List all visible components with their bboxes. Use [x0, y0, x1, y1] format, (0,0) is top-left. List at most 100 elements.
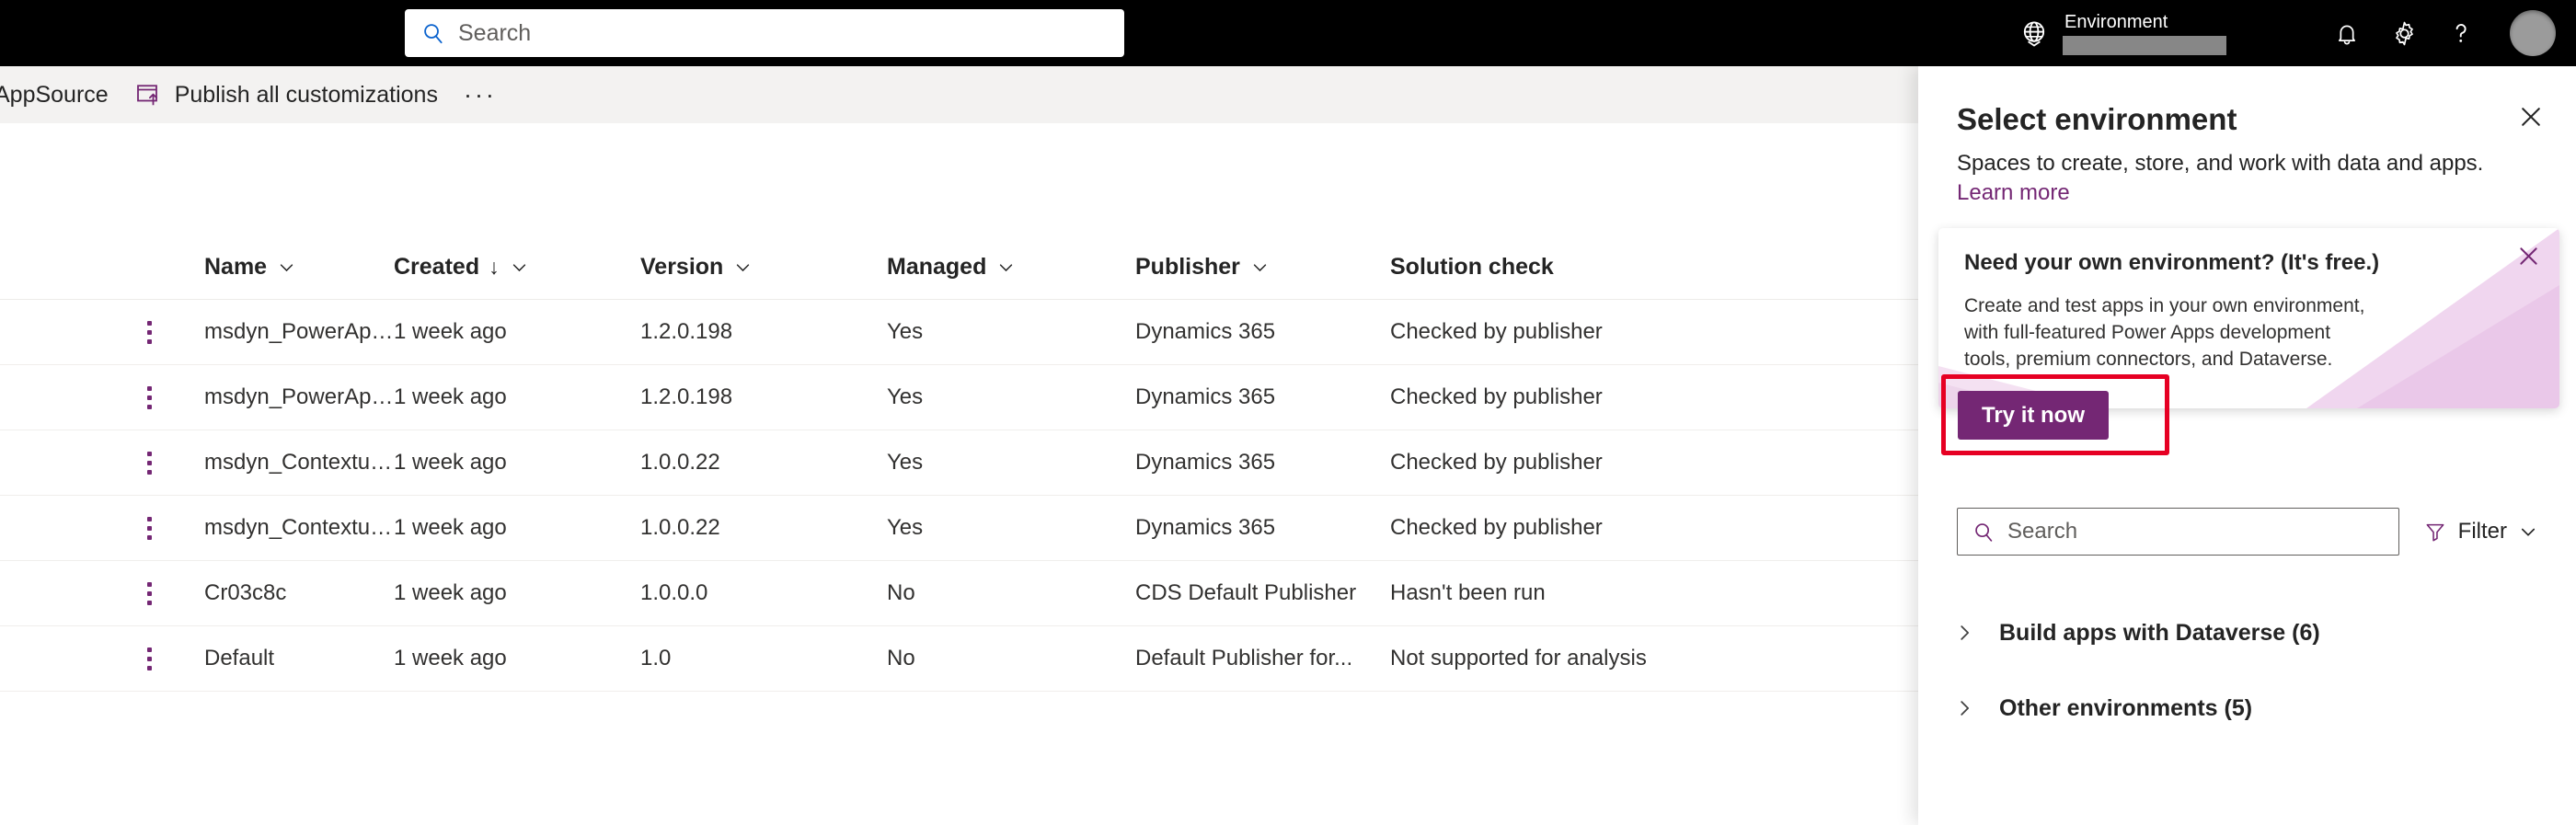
chevron-down-icon: [1251, 258, 1269, 276]
try-it-now-button[interactable]: Try it now: [1958, 391, 2110, 440]
environment-groups: Build apps with Dataverse (6) Other envi…: [1918, 595, 2576, 746]
cell-created: 1 week ago: [394, 450, 507, 475]
filter-label: Filter: [2457, 519, 2507, 544]
table-row[interactable]: Cr03c8c 1 week ago 1.0.0.0 No CDS Defaul…: [0, 561, 1918, 626]
cell-name: Default: [204, 646, 275, 670]
panel-subtitle: Spaces to create, store, and work with d…: [1957, 151, 2484, 176]
solutions-list-area: Name Created ↓ Version Managed Publisher…: [0, 123, 1918, 825]
cell-created: 1 week ago: [394, 319, 507, 344]
environment-search-input[interactable]: Search: [1957, 508, 2399, 556]
column-header-name-label: Name: [204, 254, 268, 280]
column-header-name[interactable]: Name: [147, 254, 394, 281]
cell-managed: Yes: [887, 319, 924, 344]
cell-name: Cr03c8c: [204, 580, 287, 605]
row-more-options-icon[interactable]: [147, 320, 152, 344]
learn-more-link[interactable]: Learn more: [1957, 178, 2070, 208]
cell-version: 1.0: [640, 646, 672, 670]
panel-header: Select environment Spaces to create, sto…: [1918, 66, 2576, 208]
cell-managed: Yes: [887, 515, 924, 540]
column-header-managed-label: Managed: [887, 254, 987, 280]
cell-solution-check: Not supported for analysis: [1390, 646, 1647, 670]
globe-icon[interactable]: [2018, 17, 2050, 49]
cell-name: msdyn_PowerAppsC...: [204, 319, 394, 344]
search-icon: [421, 21, 445, 45]
cell-managed: Yes: [887, 384, 924, 409]
chevron-down-icon: [2519, 522, 2537, 541]
chevron-down-icon: [278, 258, 295, 276]
cell-publisher: CDS Default Publisher: [1135, 580, 1357, 605]
cell-solution-check: Checked by publisher: [1390, 384, 1603, 409]
solutions-table: Name Created ↓ Version Managed Publisher…: [0, 123, 1918, 692]
chevron-down-icon: [734, 258, 752, 276]
cell-version: 1.2.0.198: [640, 319, 733, 344]
group-label: Build apps with Dataverse (6): [1999, 619, 2320, 646]
callout-title: Need your own environment? (It's free.): [1964, 250, 2380, 275]
row-more-options-icon[interactable]: [147, 516, 152, 540]
chevron-right-icon: [1944, 698, 1984, 718]
publish-all-customizations-button[interactable]: Publish all customizations: [125, 66, 447, 123]
table-row[interactable]: msdyn_ContextualH... 1 week ago 1.0.0.22…: [0, 430, 1918, 496]
cell-solution-check: Hasn't been run: [1390, 580, 1546, 605]
search-icon: [1972, 521, 1995, 544]
column-header-solution-check[interactable]: Solution check: [1390, 254, 1786, 281]
user-avatar[interactable]: [2510, 10, 2556, 56]
cell-created: 1 week ago: [394, 384, 507, 409]
overflow-menu-button[interactable]: ···: [447, 66, 513, 123]
panel-search-row: Search Filter: [1918, 508, 2576, 556]
cell-created: 1 week ago: [394, 515, 507, 540]
environment-selector[interactable]: Environment: [2063, 11, 2226, 55]
table-row[interactable]: Default 1 week ago 1.0 No Default Publis…: [0, 626, 1918, 692]
cell-solution-check: Checked by publisher: [1390, 319, 1603, 344]
cell-publisher: Dynamics 365: [1135, 319, 1276, 344]
column-header-publisher-label: Publisher: [1135, 254, 1240, 280]
environment-label: Environment: [2064, 12, 2168, 32]
column-header-managed[interactable]: Managed: [887, 254, 1135, 281]
filter-funnel-icon: [2423, 520, 2447, 544]
notifications-bell-icon[interactable]: [2318, 0, 2375, 66]
cell-managed: No: [887, 646, 915, 670]
cell-version: 1.0.0.22: [640, 515, 720, 540]
cell-publisher: Dynamics 365: [1135, 384, 1276, 409]
table-row[interactable]: msdyn_PowerAppsC... 1 week ago 1.2.0.198…: [0, 300, 1918, 365]
cell-solution-check: Checked by publisher: [1390, 450, 1603, 475]
row-more-options-icon[interactable]: [147, 581, 152, 605]
row-more-options-icon[interactable]: [147, 451, 152, 475]
global-search-box[interactable]: Search: [405, 9, 1124, 57]
chevron-down-icon: [997, 258, 1015, 276]
callout-close-icon[interactable]: [2512, 239, 2545, 272]
global-search-placeholder: Search: [458, 19, 532, 46]
chevron-right-icon: [1944, 623, 1984, 643]
table-row[interactable]: msdyn_PowerAppsC... 1 week ago 1.2.0.198…: [0, 365, 1918, 430]
cell-name: msdyn_PowerAppsC...: [204, 384, 394, 409]
cell-solution-check: Checked by publisher: [1390, 515, 1603, 540]
cell-version: 1.0.0.22: [640, 450, 720, 475]
cell-publisher: Dynamics 365: [1135, 515, 1276, 540]
row-more-options-icon[interactable]: [147, 647, 152, 670]
filter-button[interactable]: Filter: [2423, 519, 2537, 544]
publish-icon: [134, 81, 162, 109]
table-header-row: Name Created ↓ Version Managed Publisher…: [0, 235, 1918, 300]
close-icon[interactable]: [2513, 99, 2548, 134]
cell-publisher: Dynamics 365: [1135, 450, 1276, 475]
row-more-options-icon[interactable]: [147, 385, 152, 409]
overflow-ellipsis-icon: ···: [463, 80, 497, 109]
sort-descending-icon: ↓: [489, 255, 500, 279]
publish-all-customizations-label: Publish all customizations: [174, 81, 438, 108]
cell-managed: No: [887, 580, 915, 605]
column-header-created[interactable]: Created ↓: [394, 254, 640, 281]
column-header-version[interactable]: Version: [640, 254, 887, 281]
cell-managed: Yes: [887, 450, 924, 475]
help-question-icon[interactable]: [2432, 0, 2490, 66]
table-row[interactable]: msdyn_ContextualH... 1 week ago 1.0.0.22…: [0, 496, 1918, 561]
group-build-apps-with-dataverse[interactable]: Build apps with Dataverse (6): [1918, 595, 2576, 670]
settings-gear-icon[interactable]: [2375, 0, 2432, 66]
top-header-actions: Environment: [2018, 0, 2576, 66]
appsource-button[interactable]: AppSource: [0, 66, 125, 123]
cell-created: 1 week ago: [394, 646, 507, 670]
column-header-solution-check-label: Solution check: [1390, 254, 1554, 280]
select-environment-panel: Select environment Spaces to create, sto…: [1918, 66, 2576, 825]
environment-search-placeholder: Search: [2007, 519, 2078, 544]
group-other-environments[interactable]: Other environments (5): [1918, 670, 2576, 746]
column-header-publisher[interactable]: Publisher: [1135, 254, 1390, 281]
cell-version: 1.0.0.0: [640, 580, 708, 605]
